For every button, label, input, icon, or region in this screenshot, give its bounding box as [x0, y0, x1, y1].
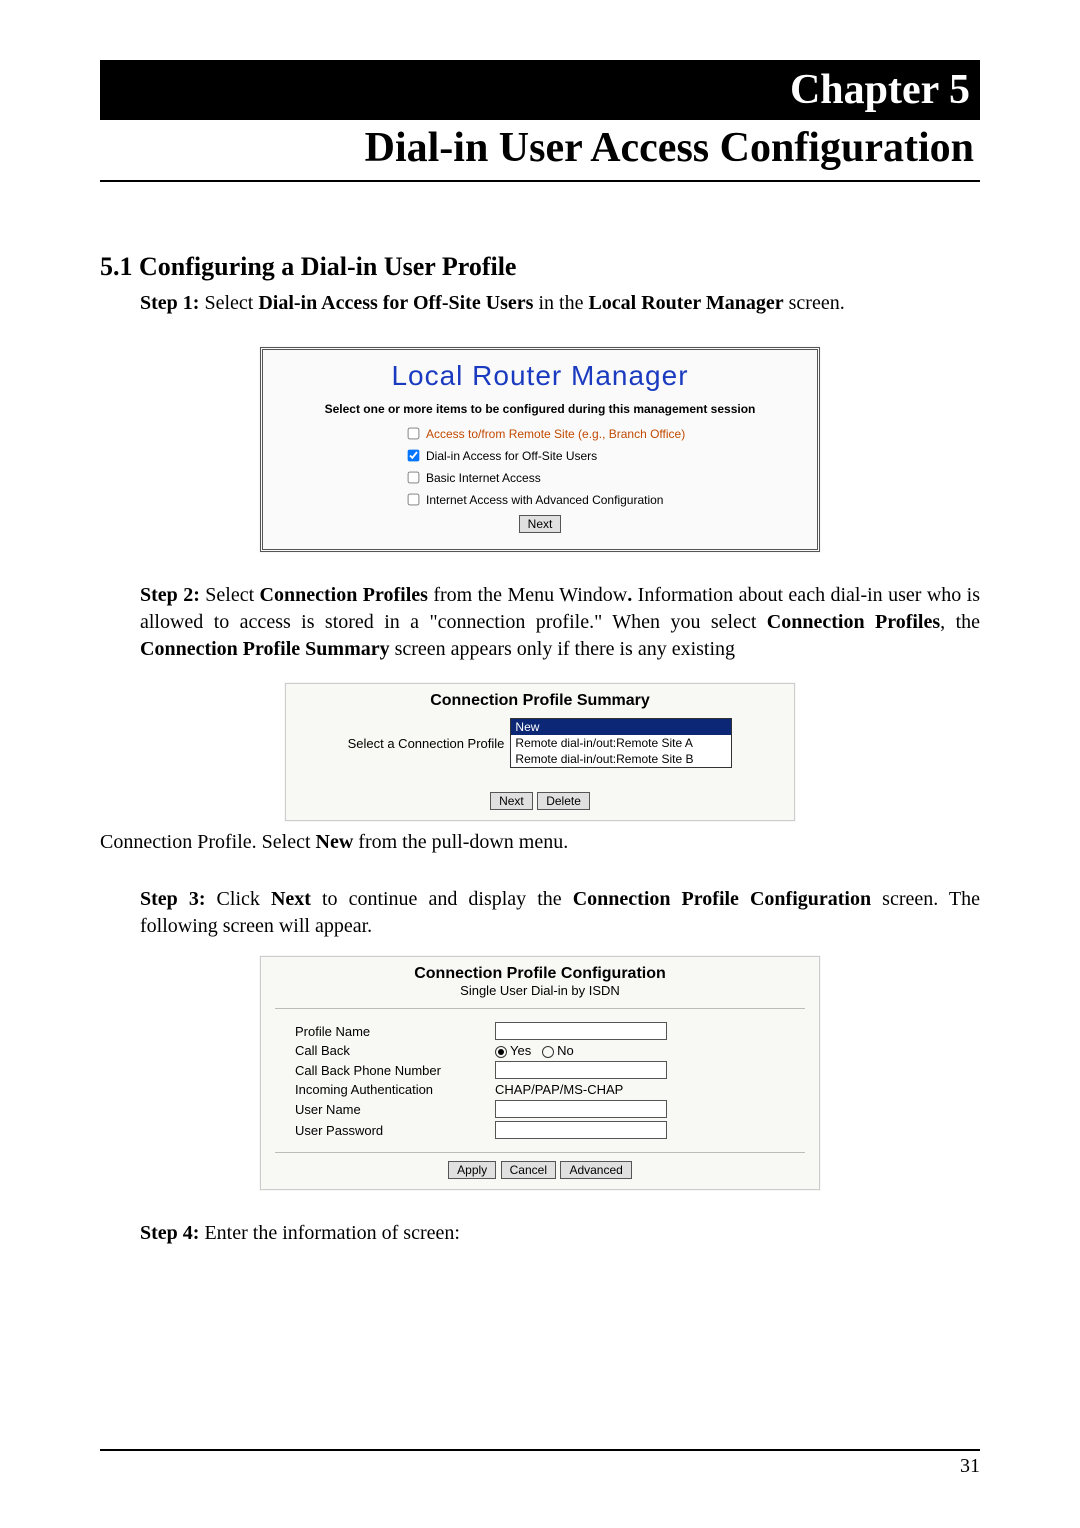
- local-router-manager-figure: Local Router Manager Select one or more …: [260, 347, 820, 552]
- cpc-subtitle: Single User Dial-in by ISDN: [275, 983, 805, 998]
- label-user-password: User Password: [295, 1123, 495, 1138]
- input-cb-phone[interactable]: [495, 1061, 667, 1079]
- step1-mid: in the: [533, 292, 588, 314]
- page-footer: 31: [100, 1449, 980, 1478]
- step3-b1: Next: [271, 888, 311, 910]
- step1-link: Dial-in Access for Off-Site Users: [258, 292, 533, 314]
- opt-dial-in: Dial-in Access for Off-Site Users: [426, 449, 597, 463]
- cps-next-button[interactable]: Next: [490, 792, 533, 810]
- step2-b3: Connection Profiles: [767, 611, 940, 633]
- step3-text: Step 3: Click Next to continue and displ…: [140, 886, 980, 940]
- label-no: No: [557, 1043, 574, 1058]
- cps-delete-button[interactable]: Delete: [537, 792, 590, 810]
- opt-remote-site[interactable]: Access to/from Remote Site (e.g., Branch…: [426, 427, 685, 441]
- caption2-t1: Connection Profile. Select: [100, 831, 316, 853]
- step1-lead: Step 1:: [140, 292, 204, 314]
- cps-option-new[interactable]: New: [511, 719, 731, 735]
- cpc-advanced-button[interactable]: Advanced: [560, 1161, 631, 1179]
- step2-t2: from the Menu Window: [428, 584, 627, 606]
- step4-body: Enter the information of screen:: [204, 1222, 459, 1244]
- cpc-apply-button[interactable]: Apply: [448, 1161, 496, 1179]
- checkbox-basic-internet[interactable]: [408, 472, 420, 484]
- lrm-title: Local Router Manager: [283, 360, 797, 392]
- cps-label: Select a Connection Profile: [348, 718, 511, 751]
- lrm-next-button[interactable]: Next: [519, 515, 562, 533]
- opt-advanced-internet: Internet Access with Advanced Configurat…: [426, 493, 663, 507]
- input-user-password[interactable]: [495, 1121, 667, 1139]
- step2-t4: , the: [940, 611, 980, 633]
- opt-basic-internet: Basic Internet Access: [426, 471, 541, 485]
- step1-select: Select: [204, 292, 258, 314]
- connection-profile-summary-figure: Connection Profile Summary Select a Conn…: [285, 683, 795, 821]
- checkbox-dial-in[interactable]: [408, 450, 420, 462]
- input-profile-name[interactable]: [495, 1022, 667, 1040]
- step2-t5: screen appears only if there is any exis…: [390, 638, 735, 660]
- section-heading: 5.1 Configuring a Dial-in User Profile: [100, 252, 980, 282]
- step3-b2: Connection Profile Configuration: [573, 888, 871, 910]
- label-cb-phone: Call Back Phone Number: [295, 1063, 495, 1078]
- cps-select[interactable]: New Remote dial-in/out:Remote Site A Rem…: [510, 718, 732, 768]
- label-user-name: User Name: [295, 1102, 495, 1117]
- step2-lead: Step 2:: [140, 584, 205, 606]
- chapter-title: Dial-in User Access Configuration: [100, 120, 980, 182]
- caption2-t2: from the pull-down menu.: [353, 831, 568, 853]
- connection-profile-config-figure: Connection Profile Configuration Single …: [260, 956, 820, 1190]
- step4-lead: Step 4:: [140, 1222, 204, 1244]
- lrm-instruction: Select one or more items to be configure…: [283, 402, 797, 416]
- step2-t1: Select: [205, 584, 259, 606]
- step2-b4: Connection Profile Summary: [140, 638, 390, 660]
- step2-b1: Connection Profiles: [260, 584, 428, 606]
- radio-callback-no[interactable]: [542, 1046, 554, 1058]
- step3-lead: Step 3:: [140, 888, 217, 910]
- step3-t1: Click: [217, 888, 271, 910]
- cps-option-site-a[interactable]: Remote dial-in/out:Remote Site A: [511, 735, 731, 751]
- cpc-cancel-button[interactable]: Cancel: [501, 1161, 556, 1179]
- step3-t2: to continue and display the: [311, 888, 573, 910]
- step2-text: Step 2: Select Connection Profiles from …: [140, 582, 980, 663]
- label-call-back: Call Back: [295, 1043, 495, 1058]
- caption2: Connection Profile. Select New from the …: [100, 829, 980, 856]
- step4-text: Step 4: Enter the information of screen:: [140, 1220, 980, 1247]
- checkbox-advanced-internet[interactable]: [408, 494, 420, 506]
- label-yes: Yes: [510, 1043, 531, 1058]
- label-profile-name: Profile Name: [295, 1024, 495, 1039]
- chapter-banner: Chapter 5: [100, 60, 980, 120]
- label-incoming-auth: Incoming Authentication: [295, 1082, 495, 1097]
- cpc-title: Connection Profile Configuration: [275, 965, 805, 983]
- step2-b2: .: [627, 584, 637, 606]
- page-number: 31: [960, 1455, 980, 1477]
- step1-text: Step 1: Select Dial-in Access for Off-Si…: [140, 290, 980, 317]
- checkbox-remote-site[interactable]: [408, 428, 420, 440]
- cps-title: Connection Profile Summary: [296, 692, 784, 710]
- caption2-b1: New: [316, 831, 354, 853]
- step1-end: screen.: [784, 292, 845, 314]
- cps-option-site-b[interactable]: Remote dial-in/out:Remote Site B: [511, 751, 731, 767]
- value-incoming-auth: CHAP/PAP/MS-CHAP: [495, 1082, 623, 1097]
- input-user-name[interactable]: [495, 1100, 667, 1118]
- radio-callback-yes[interactable]: [495, 1046, 507, 1058]
- step1-mgr: Local Router Manager: [588, 292, 783, 314]
